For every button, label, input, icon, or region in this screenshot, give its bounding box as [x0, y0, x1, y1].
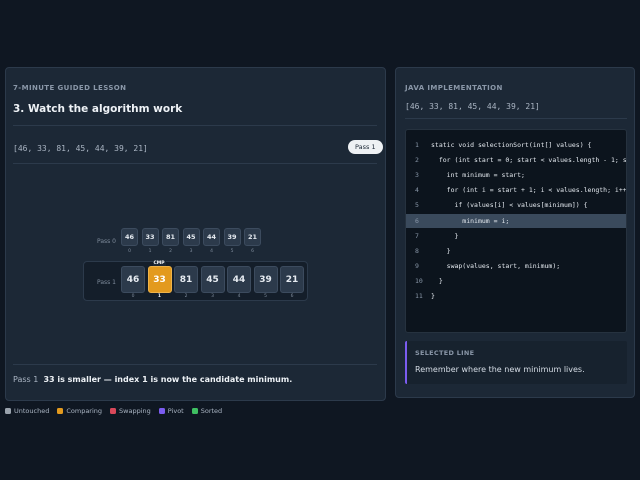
code-line[interactable]: 11} [406, 289, 626, 303]
code-line[interactable]: 2 for (int start = 0; start < values.len… [406, 153, 627, 167]
selected-line-text: Remember where the new minimum lives. [415, 365, 585, 374]
lesson-panel: 7-MINUTE GUIDED LESSON 3. Watch the algo… [5, 67, 386, 401]
legend-item: Untouched [5, 407, 49, 415]
code-line[interactable]: 5 if (values[i] < values[minimum]) { [406, 198, 626, 212]
legend-swatch [191, 408, 198, 414]
code-listing: 1 static void selectionSort(int[] values)… [405, 129, 627, 333]
pass-0-cell: 33 [141, 228, 159, 246]
divider [13, 125, 377, 126]
code-line[interactable]: 1 static void selectionSort(int[] values)… [406, 138, 626, 152]
lesson-title: 3. Watch the algorithm work [13, 103, 183, 115]
status-line: Pass 1 33 is smaller — index 1 is now th… [13, 375, 292, 384]
pass-1-cell: 46 [121, 266, 145, 293]
line-number: 1 [415, 141, 419, 149]
line-number: 4 [415, 186, 419, 195]
pass-0-index: 1 [148, 249, 152, 254]
pass-1-cell: 44 [227, 266, 251, 293]
legend-item: Pivot [158, 407, 184, 415]
line-number: 6 [415, 216, 419, 225]
pass-0-cell: 21 [244, 228, 261, 246]
color-legend: Untouched Comparing Swapping Pivot Sorted [5, 407, 230, 415]
pass-0-cell: 39 [223, 228, 241, 246]
pass-0-cell: 81 [162, 228, 179, 246]
pass-1-cell-comparing: 33 [147, 266, 172, 293]
status-pass: Pass 1 [13, 375, 39, 384]
legend-item: Comparing [57, 407, 102, 415]
code-text: int minimum = start; [431, 171, 525, 180]
code-panel: JAVA IMPLEMENTATION [46, 33, 81, 45, 44,… [395, 67, 635, 398]
pass-1-index: 2 [184, 294, 188, 299]
pass-0-index: 0 [128, 249, 131, 254]
pass-0-index: 2 [169, 249, 172, 254]
divider [405, 118, 627, 119]
code-text: swap(values, start, minimum); [431, 261, 561, 270]
code-text: if (values[i] < values[minimum]) { [431, 201, 588, 210]
pass-0-index: 6 [251, 249, 254, 254]
pass-1-index: 0 [131, 294, 135, 299]
selected-line-box: SELECTED LINE Remember where the new min… [405, 341, 627, 384]
code-eyebrow: JAVA IMPLEMENTATION [405, 84, 503, 92]
pass-0-cell: 45 [182, 228, 200, 246]
legend-item: Swapping [110, 407, 151, 415]
legend-label: Swapping [119, 407, 151, 415]
code-line-highlighted[interactable]: 6 minimum = i; [406, 213, 626, 228]
legend-swatch [57, 408, 64, 414]
line-number: 11 [415, 292, 423, 300]
divider [13, 364, 377, 365]
line-number: 9 [415, 261, 419, 270]
pass-1-cell: 45 [200, 266, 225, 293]
line-number: 7 [415, 231, 419, 240]
pass-badge[interactable]: Pass 1 [348, 140, 383, 154]
pass-0-cell: 44 [203, 228, 220, 246]
lesson-eyebrow: 7-MINUTE GUIDED LESSON [13, 84, 127, 92]
pass-1-label: Pass 1 [97, 279, 117, 286]
compare-tag: CMP [152, 261, 166, 266]
pass-1-index: 4 [237, 294, 241, 299]
legend-item: Sorted [191, 407, 223, 415]
pass-1-index: 6 [290, 294, 294, 299]
selected-line-title: SELECTED LINE [415, 349, 475, 357]
legend-swatch [110, 408, 117, 414]
pass-1-cell: 81 [174, 266, 198, 293]
code-text: } [431, 246, 451, 255]
code-line[interactable]: 7 } [406, 229, 626, 243]
status-message: 33 is smaller — index 1 is now the candi… [43, 375, 293, 384]
pass-0-index: 4 [210, 249, 213, 254]
legend-label: Pivot [167, 407, 184, 415]
code-text: for (int i = start + 1; i < values.lengt… [431, 186, 627, 195]
pass-1-cell: 21 [280, 266, 304, 293]
legend-label: Sorted [200, 407, 223, 415]
array-display: [46, 33, 81, 45, 44, 39, 21] [13, 144, 148, 153]
line-number: 8 [415, 246, 419, 255]
line-number: 5 [415, 201, 419, 210]
code-line[interactable]: 10 } [406, 274, 626, 288]
code-line[interactable]: 3 int minimum = start; [406, 168, 626, 182]
code-line[interactable]: 8 } [406, 244, 626, 258]
code-text: } [431, 276, 443, 285]
code-text: for (int start = 0; start < values.lengt… [438, 156, 627, 165]
legend-label: Untouched [14, 407, 50, 415]
code-text: minimum = i; [431, 216, 510, 225]
legend-swatch [158, 408, 165, 414]
pass-1-index: 3 [211, 294, 214, 299]
legend-label: Comparing [66, 407, 103, 415]
code-line[interactable]: 4 for (int i = start + 1; i < values.len… [406, 183, 627, 197]
code-line[interactable]: 9 swap(values, start, minimum); [406, 259, 626, 273]
legend-swatch [5, 408, 11, 414]
pass-0-cell: 46 [121, 228, 138, 246]
code-array-display: [46, 33, 81, 45, 44, 39, 21] [405, 102, 540, 111]
code-text: } [431, 292, 435, 300]
pass-0-label: Pass 0 [97, 238, 117, 245]
line-number: 2 [415, 156, 419, 165]
code-text: } [431, 231, 459, 240]
line-number: 10 [415, 276, 423, 285]
pass-0-index: 5 [230, 249, 234, 254]
code-text: static void selectionSort(int[] values) … [431, 141, 592, 149]
pass-1-cell: 39 [253, 266, 278, 293]
pass-0-index: 3 [189, 249, 193, 254]
line-number: 3 [415, 171, 419, 180]
divider [13, 163, 377, 164]
pass-1-index: 5 [264, 294, 267, 299]
pass-1-index: 1 [157, 294, 162, 299]
